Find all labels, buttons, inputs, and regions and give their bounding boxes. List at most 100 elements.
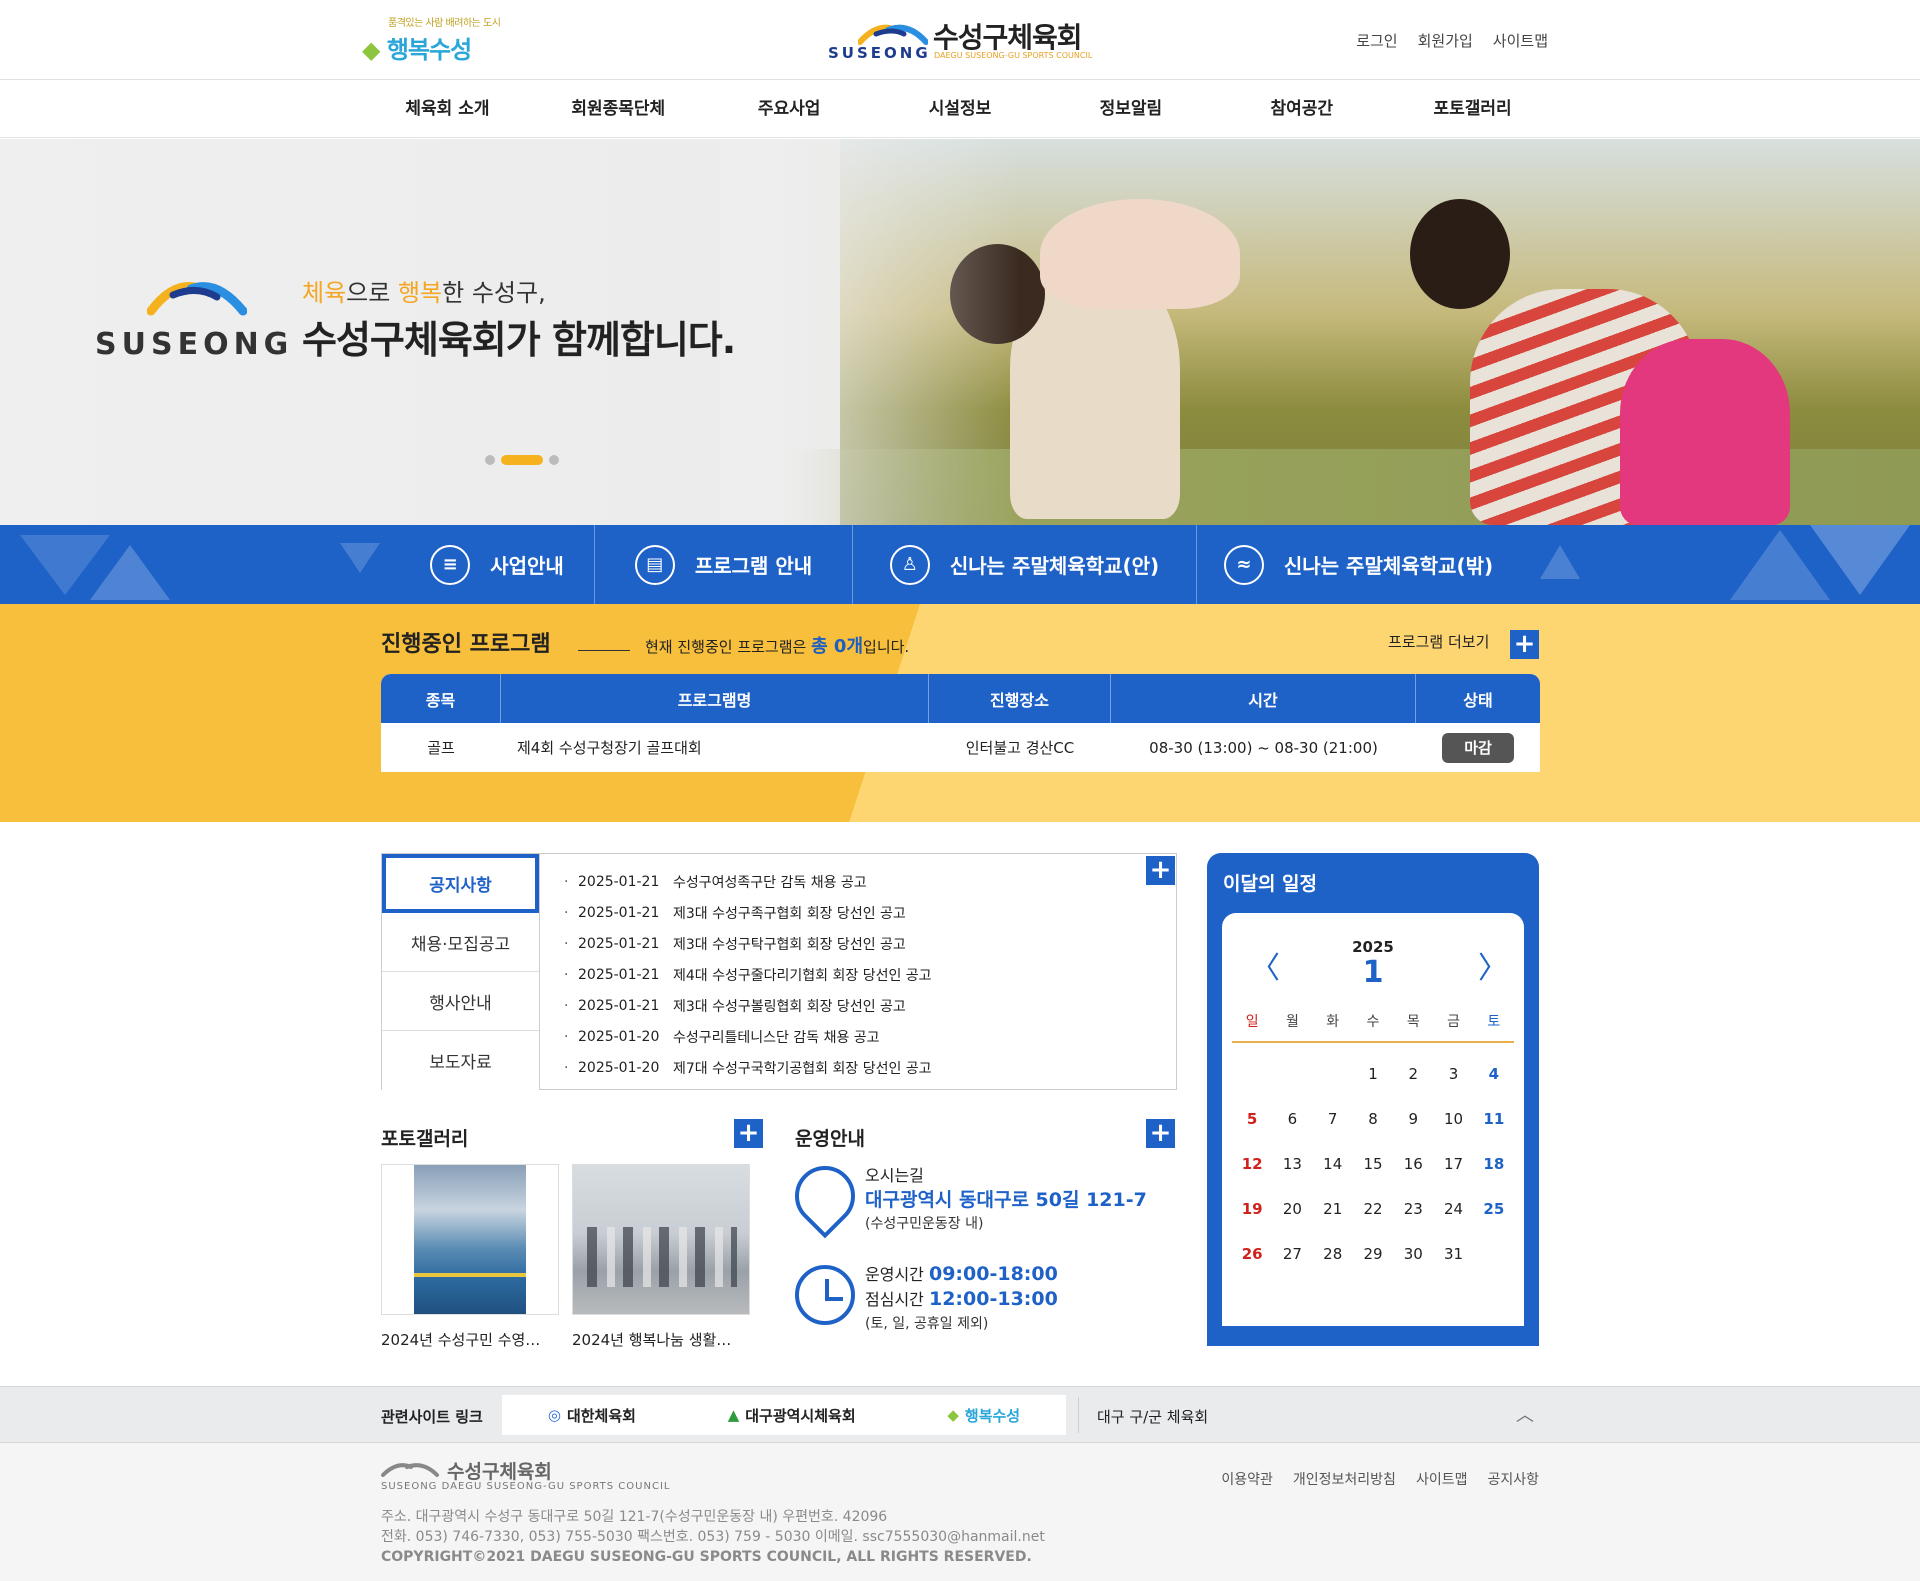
nav-item-photo-gallery[interactable]: 포토갤러리	[1387, 80, 1558, 138]
calendar-day[interactable]: 21	[1313, 1186, 1353, 1231]
calendar-day[interactable]: 7	[1313, 1096, 1353, 1141]
calendar-day[interactable]: 23	[1393, 1186, 1433, 1231]
quick-label: 신나는 주말체육학교(밖)	[1283, 554, 1494, 578]
council-logo-mark-icon	[858, 24, 928, 45]
hero-suseong-logo: SUSEONG	[95, 275, 288, 365]
calendar-day[interactable]: 25	[1474, 1186, 1514, 1231]
calendar-day[interactable]: 6	[1272, 1096, 1312, 1141]
weekday-sun: 일	[1245, 1014, 1259, 1030]
suseong-sports-council-logo[interactable]: 수성구체육회 SUSEONG DAEGU SUSEONG-GU SPORTS C…	[828, 14, 1098, 64]
list-item[interactable]: · 2025-01-21 제3대 수성구볼링협회 회장 당선인 공고	[564, 990, 932, 1021]
tab-notice[interactable]: 공지사항	[382, 854, 539, 913]
calendar-day[interactable]: 31	[1433, 1231, 1473, 1276]
chevron-up-icon[interactable]: ︿	[1516, 1401, 1534, 1427]
calendar-day[interactable]: 5	[1232, 1096, 1272, 1141]
calendar-day[interactable]: 27	[1272, 1231, 1312, 1276]
tab-recruitment[interactable]: 채용·모집공고	[382, 913, 539, 972]
operation-more-plus-icon[interactable]: +	[1146, 1119, 1175, 1148]
slider-dot-1[interactable]	[485, 455, 495, 465]
haengbok-mark-icon: ◆	[947, 1406, 959, 1424]
table-row[interactable]: 골프 제4회 수성구청장기 골프대회 인터불고 경산CC 08-30 (13:0…	[381, 723, 1540, 772]
calendar-day[interactable]: 26	[1232, 1231, 1272, 1276]
notice-more-plus-icon[interactable]: +	[1146, 856, 1175, 885]
related-sites-bar: 관련사이트 링크 ◎ 대한체육회 ▲ 대구광역시체육회 ◆ 행복수성 대구 구/…	[0, 1386, 1920, 1443]
quick-weekend-school-outdoor[interactable]: ≈ 신나는 주말체육학교(밖)	[1197, 525, 1520, 604]
calendar-day[interactable]: 16	[1393, 1141, 1433, 1186]
calendar-day[interactable]: 19	[1232, 1186, 1272, 1231]
nav-item-news[interactable]: 정보알림	[1045, 80, 1216, 138]
calendar-day[interactable]: 28	[1313, 1231, 1353, 1276]
calendar-day[interactable]: 18	[1474, 1141, 1514, 1186]
calendar-day[interactable]: 14	[1313, 1141, 1353, 1186]
signup-link[interactable]: 회원가입	[1418, 30, 1473, 51]
divider	[1078, 1397, 1079, 1433]
gallery-caption-1[interactable]: 2024년 수성구민 수영…	[381, 1329, 559, 1350]
calendar-day[interactable]: 3	[1433, 1051, 1473, 1096]
program-more-plus-icon[interactable]: +	[1510, 630, 1539, 659]
footer-sitemap-link[interactable]: 사이트맵	[1416, 1469, 1468, 1489]
footer-logo-mark-icon	[381, 1463, 439, 1477]
footer-info: 주소. 대구광역시 수성구 동대구로 50길 121-7(수성구민운동장 내) …	[381, 1507, 1045, 1567]
calendar-day[interactable]: 20	[1272, 1186, 1312, 1231]
quick-business-info[interactable]: ≡ 사업안내	[400, 525, 595, 604]
slider-pagination	[485, 455, 559, 465]
calendar-day[interactable]: 13	[1272, 1141, 1312, 1186]
tab-press[interactable]: 보도자료	[382, 1031, 539, 1090]
quick-label: 프로그램 안내	[694, 554, 813, 578]
nav-item-about[interactable]: 체육회 소개	[362, 80, 533, 138]
list-item[interactable]: · 2025-01-21 제3대 수성구탁구협회 회장 당선인 공고	[564, 928, 932, 959]
list-item[interactable]: · 2025-01-21 제4대 수성구줄다리기협회 회장 당선인 공고	[564, 959, 932, 990]
cell-program-name[interactable]: 제4회 수성구청장기 골프대회	[501, 723, 929, 772]
calendar-day[interactable]: 24	[1433, 1186, 1473, 1231]
list-item[interactable]: · 2025-01-20 제7대 수성구국학기공협회 회장 당선인 공고	[564, 1052, 932, 1083]
calendar-day[interactable]: 8	[1353, 1096, 1393, 1141]
calendar-empty-cell	[1313, 1051, 1353, 1096]
calendar-day[interactable]: 9	[1393, 1096, 1433, 1141]
cell-status: 마감	[1416, 723, 1540, 772]
terms-link[interactable]: 이용약관	[1221, 1469, 1273, 1489]
list-item[interactable]: · 2025-01-21 수성구여성족구단 감독 채용 공고	[564, 866, 932, 897]
calendar-day[interactable]: 30	[1393, 1231, 1433, 1276]
list-item[interactable]: · 2025-01-21 제3대 수성구족구협회 회장 당선인 공고	[564, 897, 932, 928]
haengbok-suseong-logo[interactable]: 품격있는 사람 배려하는 도시 ◆ 행복수성	[362, 14, 502, 66]
calendar-day[interactable]: 12	[1232, 1141, 1272, 1186]
district-council-select[interactable]: 대구 구/군 체육회	[1097, 1406, 1208, 1427]
hero-banner: SUSEONG 체육으로 행복한 수성구, 수성구체육회가 함께합니다.	[0, 139, 1920, 525]
calendar-day[interactable]: 29	[1353, 1231, 1393, 1276]
calendar-day[interactable]: 22	[1353, 1186, 1393, 1231]
quick-program-info[interactable]: ▤ 프로그램 안내	[595, 525, 853, 604]
login-link[interactable]: 로그인	[1356, 30, 1397, 51]
hero-headline-1: 체육으로 행복한 수성구,	[302, 279, 546, 307]
site-header: 품격있는 사람 배려하는 도시 ◆ 행복수성 수성구체육회 SUSEONG DA…	[0, 0, 1920, 80]
nav-item-facilities[interactable]: 시설정보	[875, 80, 1046, 138]
nav-item-member-groups[interactable]: 회원종목단체	[533, 80, 704, 138]
list-item[interactable]: · 2025-01-20 수성구리틀테니스단 감독 채용 공고	[564, 1021, 932, 1052]
calendar-day[interactable]: 17	[1433, 1141, 1473, 1186]
tab-events[interactable]: 행사안내	[382, 972, 539, 1031]
calendar-day[interactable]: 1	[1353, 1051, 1393, 1096]
quick-weekend-school-indoor[interactable]: ♙ 신나는 주말체육학교(안)	[853, 525, 1197, 604]
korea-sports-council-link[interactable]: ◎ 대한체육회	[548, 1405, 636, 1426]
gallery-thumb-1[interactable]	[381, 1164, 559, 1315]
calendar-day[interactable]: 10	[1433, 1096, 1473, 1141]
footer-notice-link[interactable]: 공지사항	[1487, 1469, 1539, 1489]
gallery-thumb-2[interactable]	[572, 1164, 750, 1315]
nav-item-projects[interactable]: 주요사업	[704, 80, 875, 138]
calendar-day[interactable]: 15	[1353, 1141, 1393, 1186]
sitemap-link[interactable]: 사이트맵	[1493, 30, 1548, 51]
slider-dot-3[interactable]	[549, 455, 559, 465]
calendar-day[interactable]: 4	[1474, 1051, 1514, 1096]
gallery-caption-2[interactable]: 2024년 행복나눔 생활…	[572, 1329, 750, 1350]
privacy-link[interactable]: 개인정보처리방침	[1293, 1469, 1396, 1489]
calendar-box: 〈 〉 2025 1 일 월 화 수 목 금 토 1 2 3 4 5 6 7 8 9 10 11 12…	[1222, 913, 1524, 1326]
daegu-sports-council-link[interactable]: ▲ 대구광역시체육회	[728, 1405, 856, 1426]
calendar-day[interactable]: 11	[1474, 1096, 1514, 1141]
calendar-month: 1	[1362, 955, 1384, 990]
haengbok-suseong-link[interactable]: ◆ 행복수성	[947, 1405, 1020, 1426]
slider-dot-2-active[interactable]	[501, 455, 543, 465]
calendar-day[interactable]: 2	[1393, 1051, 1433, 1096]
program-more-label[interactable]: 프로그램 더보기	[1388, 631, 1489, 652]
gallery-more-plus-icon[interactable]: +	[734, 1119, 763, 1148]
nav-item-participation[interactable]: 참여공간	[1216, 80, 1387, 138]
title-divider	[578, 650, 630, 651]
